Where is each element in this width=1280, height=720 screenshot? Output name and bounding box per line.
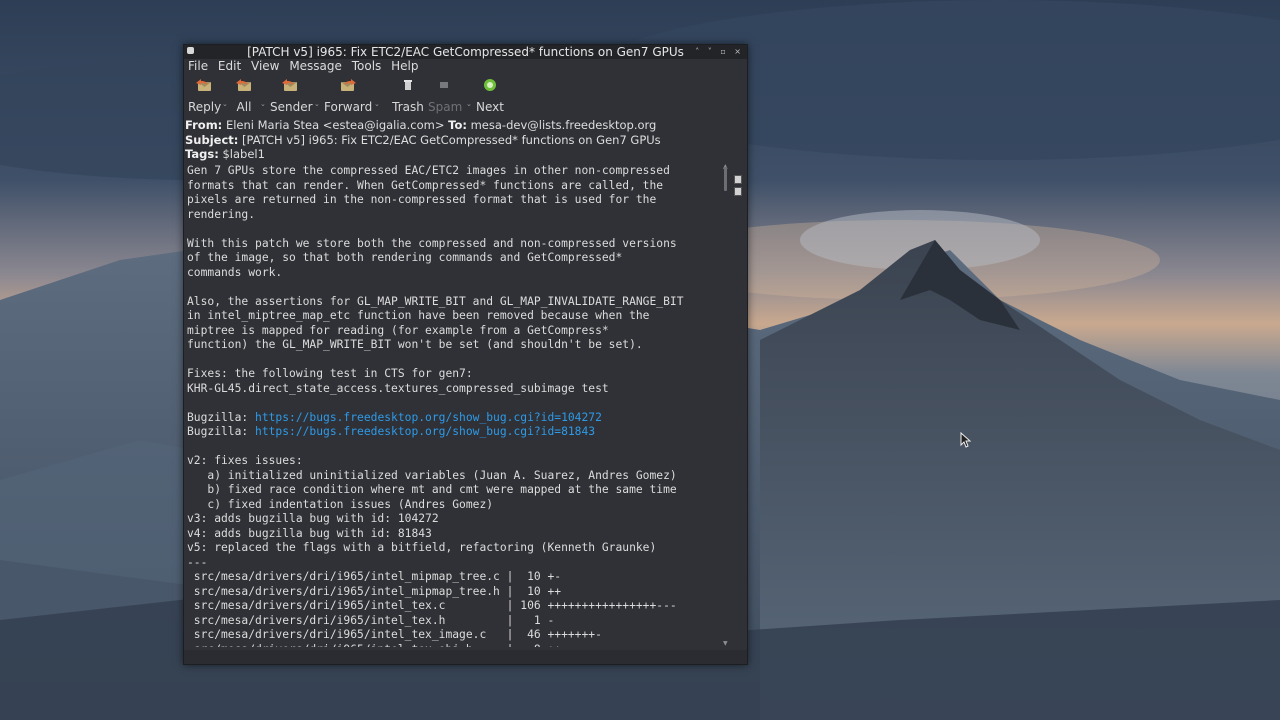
email-viewer-window: [PATCH v5] i965: Fix ETC2/EAC GetCompres… bbox=[183, 44, 748, 665]
window-title: [PATCH v5] i965: Fix ETC2/EAC GetCompres… bbox=[247, 45, 684, 59]
from-row: From: Eleni Maria Stea <estea@igalia.com… bbox=[185, 118, 747, 133]
forward-button[interactable]: Forward bbox=[324, 74, 372, 114]
subject-label: Subject: bbox=[185, 132, 239, 147]
menu-edit[interactable]: Edit bbox=[218, 59, 241, 73]
bug-link[interactable]: https://bugs.freedesktop.org/show_bug.cg… bbox=[255, 411, 602, 424]
reply-dropdown-icon[interactable]: ⌄ bbox=[222, 100, 228, 108]
attachment-part-icon[interactable] bbox=[734, 187, 742, 196]
next-label: Next bbox=[476, 100, 504, 114]
reply-sender-button[interactable]: Sender bbox=[270, 74, 313, 114]
tags-value[interactable]: $label1 bbox=[222, 147, 264, 161]
reply-all-button[interactable]: All bbox=[232, 74, 256, 114]
forward-label: Forward bbox=[324, 100, 373, 114]
mouse-cursor-icon bbox=[960, 431, 972, 452]
from-value[interactable]: Eleni Maria Stea <estea@igalia.com> bbox=[226, 118, 445, 132]
scroll-down-icon[interactable]: ▼ bbox=[723, 640, 728, 647]
menu-message[interactable]: Message bbox=[289, 59, 342, 73]
menu-bar: File Edit View Message Tools Help bbox=[184, 59, 747, 74]
spam-icon bbox=[428, 74, 460, 96]
message-headers: From: Eleni Maria Stea <estea@igalia.com… bbox=[184, 118, 747, 162]
trash-icon bbox=[392, 74, 424, 96]
to-label: To: bbox=[448, 118, 467, 132]
subject-row: Subject: [PATCH v5] i965: Fix ETC2/EAC G… bbox=[185, 133, 747, 148]
trash-button[interactable]: Trash bbox=[392, 74, 424, 114]
tags-row: Tags: $label1 bbox=[185, 147, 747, 162]
attachment-part-icon[interactable] bbox=[734, 175, 742, 184]
message-body[interactable]: Gen 7 GPUs store the compressed EAC/ETC2… bbox=[184, 163, 722, 647]
reply-all-icon bbox=[232, 74, 256, 96]
body-paragraphs: Gen 7 GPUs store the compressed EAC/ETC2… bbox=[187, 164, 684, 395]
toolbar: Reply ⌄ All ⌄ Sender ⌄ Forward ⌄ Trash S… bbox=[184, 74, 747, 114]
bugzilla-label: Bugzilla: bbox=[187, 410, 256, 424]
reply-all-label: All bbox=[236, 100, 252, 114]
menu-view[interactable]: View bbox=[251, 59, 279, 73]
scrollbar-thumb[interactable] bbox=[724, 167, 727, 191]
window-controls[interactable]: ˄ ˅ ▫ × bbox=[695, 45, 744, 59]
spam-button[interactable]: Spam bbox=[428, 74, 463, 114]
all-dropdown-icon[interactable]: ⌄ bbox=[260, 100, 266, 108]
forward-dropdown-icon[interactable]: ⌄ bbox=[374, 100, 380, 108]
changelog-and-diffstat: v2: fixes issues: a) initialized uniniti… bbox=[187, 454, 677, 647]
reply-button[interactable]: Reply bbox=[188, 74, 222, 114]
to-value[interactable]: mesa-dev@lists.freedesktop.org bbox=[471, 118, 657, 132]
trash-label: Trash bbox=[392, 100, 424, 114]
reply-sender-icon bbox=[270, 74, 310, 96]
forward-icon bbox=[324, 74, 372, 96]
spam-label: Spam bbox=[428, 100, 463, 114]
from-label: From: bbox=[185, 118, 223, 132]
title-bar[interactable]: [PATCH v5] i965: Fix ETC2/EAC GetCompres… bbox=[184, 45, 747, 59]
app-icon bbox=[187, 47, 194, 54]
next-icon bbox=[474, 74, 506, 96]
bug-link[interactable]: https://bugs.freedesktop.org/show_bug.cg… bbox=[255, 425, 595, 438]
bugzilla-label: Bugzilla: bbox=[187, 425, 256, 438]
sender-dropdown-icon[interactable]: ⌄ bbox=[314, 100, 320, 108]
reply-label: Reply bbox=[188, 100, 222, 114]
tags-label: Tags: bbox=[185, 147, 219, 161]
reply-icon bbox=[188, 74, 220, 96]
menu-tools[interactable]: Tools bbox=[352, 59, 382, 73]
subject-value: [PATCH v5] i965: Fix ETC2/EAC GetCompres… bbox=[242, 132, 661, 147]
spam-dropdown-icon[interactable]: ⌄ bbox=[466, 100, 472, 108]
menu-help[interactable]: Help bbox=[391, 59, 418, 73]
menu-file[interactable]: File bbox=[188, 59, 208, 73]
body-scrollbar[interactable]: ▲ ▼ bbox=[722, 163, 730, 647]
next-button[interactable]: Next bbox=[474, 74, 506, 114]
part-icons bbox=[734, 175, 742, 199]
reply-sender-label: Sender bbox=[270, 100, 313, 114]
status-bar bbox=[184, 650, 747, 664]
